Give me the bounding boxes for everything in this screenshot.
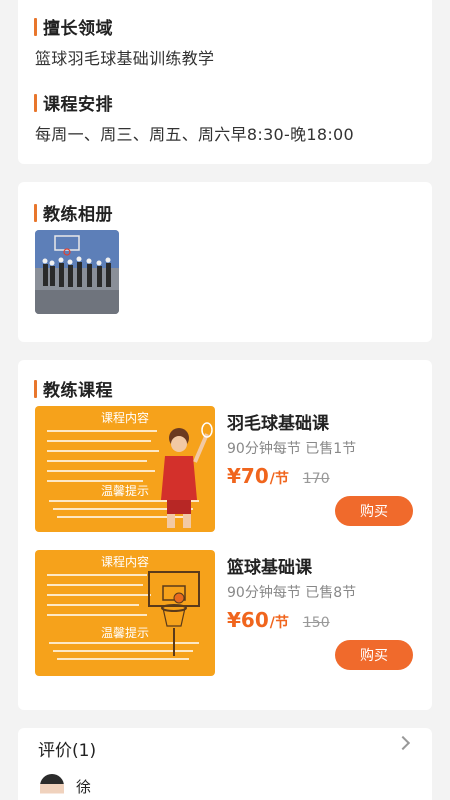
chevron-right-icon[interactable] xyxy=(395,735,411,751)
course-poster: 课程内容 温馨提示 xyxy=(35,406,215,532)
price-row: ¥60 /节 150 xyxy=(227,608,330,632)
course-name: 羽毛球基础课 xyxy=(227,414,329,434)
profile-card: 擅长领域 篮球羽毛球基础训练教学 课程安排 每周一、周三、周五、周六早8:30-… xyxy=(18,0,432,164)
courses-card: 教练课程 课程内容 温馨提示 羽毛球基础课 90分钟每节 已售1节 ¥70 /节… xyxy=(18,360,432,710)
schedule-title: 课程安排 xyxy=(43,95,113,115)
courses-title: 教练课程 xyxy=(43,381,113,401)
price-unit: /节 xyxy=(269,471,289,487)
schedule-header: 课程安排 xyxy=(34,90,113,115)
section-accent-bar xyxy=(34,379,37,398)
course-name: 篮球基础课 xyxy=(227,558,312,578)
course-item-badminton[interactable]: 课程内容 温馨提示 羽毛球基础课 90分钟每节 已售1节 ¥70 /节 170 … xyxy=(35,406,415,532)
original-price: 170 xyxy=(302,471,330,487)
specialty-header: 擅长领域 xyxy=(34,14,113,39)
price-unit: /节 xyxy=(269,615,289,631)
section-accent-bar xyxy=(34,203,37,222)
album-photo-image xyxy=(35,230,119,314)
course-item-basketball[interactable]: 课程内容 温馨提示 篮球基础课 90分钟每节 已售8节 ¥60 /节 150 购… xyxy=(35,550,415,676)
course-poster: 课程内容 温馨提示 xyxy=(35,550,215,676)
album-header: 教练相册 xyxy=(34,200,113,225)
album-photo[interactable] xyxy=(35,230,119,314)
basketball-hoop-illustration xyxy=(148,571,200,656)
reviews-title: 评价(1) xyxy=(38,741,97,761)
course-price: ¥70 xyxy=(227,464,269,488)
reviews-card[interactable]: 评价(1) 徐 xyxy=(18,728,432,800)
course-meta: 90分钟每节 已售8节 xyxy=(227,585,357,601)
schedule-text: 每周一、周三、周五、周六早8:30-晚18:00 xyxy=(35,125,355,144)
album-title: 教练相册 xyxy=(43,205,113,225)
album-card: 教练相册 xyxy=(18,182,432,342)
reviewer-name: 徐 xyxy=(76,778,92,796)
badminton-player-illustration xyxy=(161,422,213,528)
price-row: ¥70 /节 170 xyxy=(227,464,330,488)
section-accent-bar xyxy=(34,93,37,112)
specialty-text: 篮球羽毛球基础训练教学 xyxy=(35,49,215,68)
course-meta: 90分钟每节 已售1节 xyxy=(227,441,357,457)
specialty-title: 擅长领域 xyxy=(43,19,113,39)
original-price: 150 xyxy=(302,615,330,631)
courses-header: 教练课程 xyxy=(34,376,113,401)
buy-button[interactable]: 购买 xyxy=(335,640,413,670)
course-price: ¥60 xyxy=(227,608,269,632)
buy-button[interactable]: 购买 xyxy=(335,496,413,526)
avatar xyxy=(40,774,64,800)
section-accent-bar xyxy=(34,17,37,36)
